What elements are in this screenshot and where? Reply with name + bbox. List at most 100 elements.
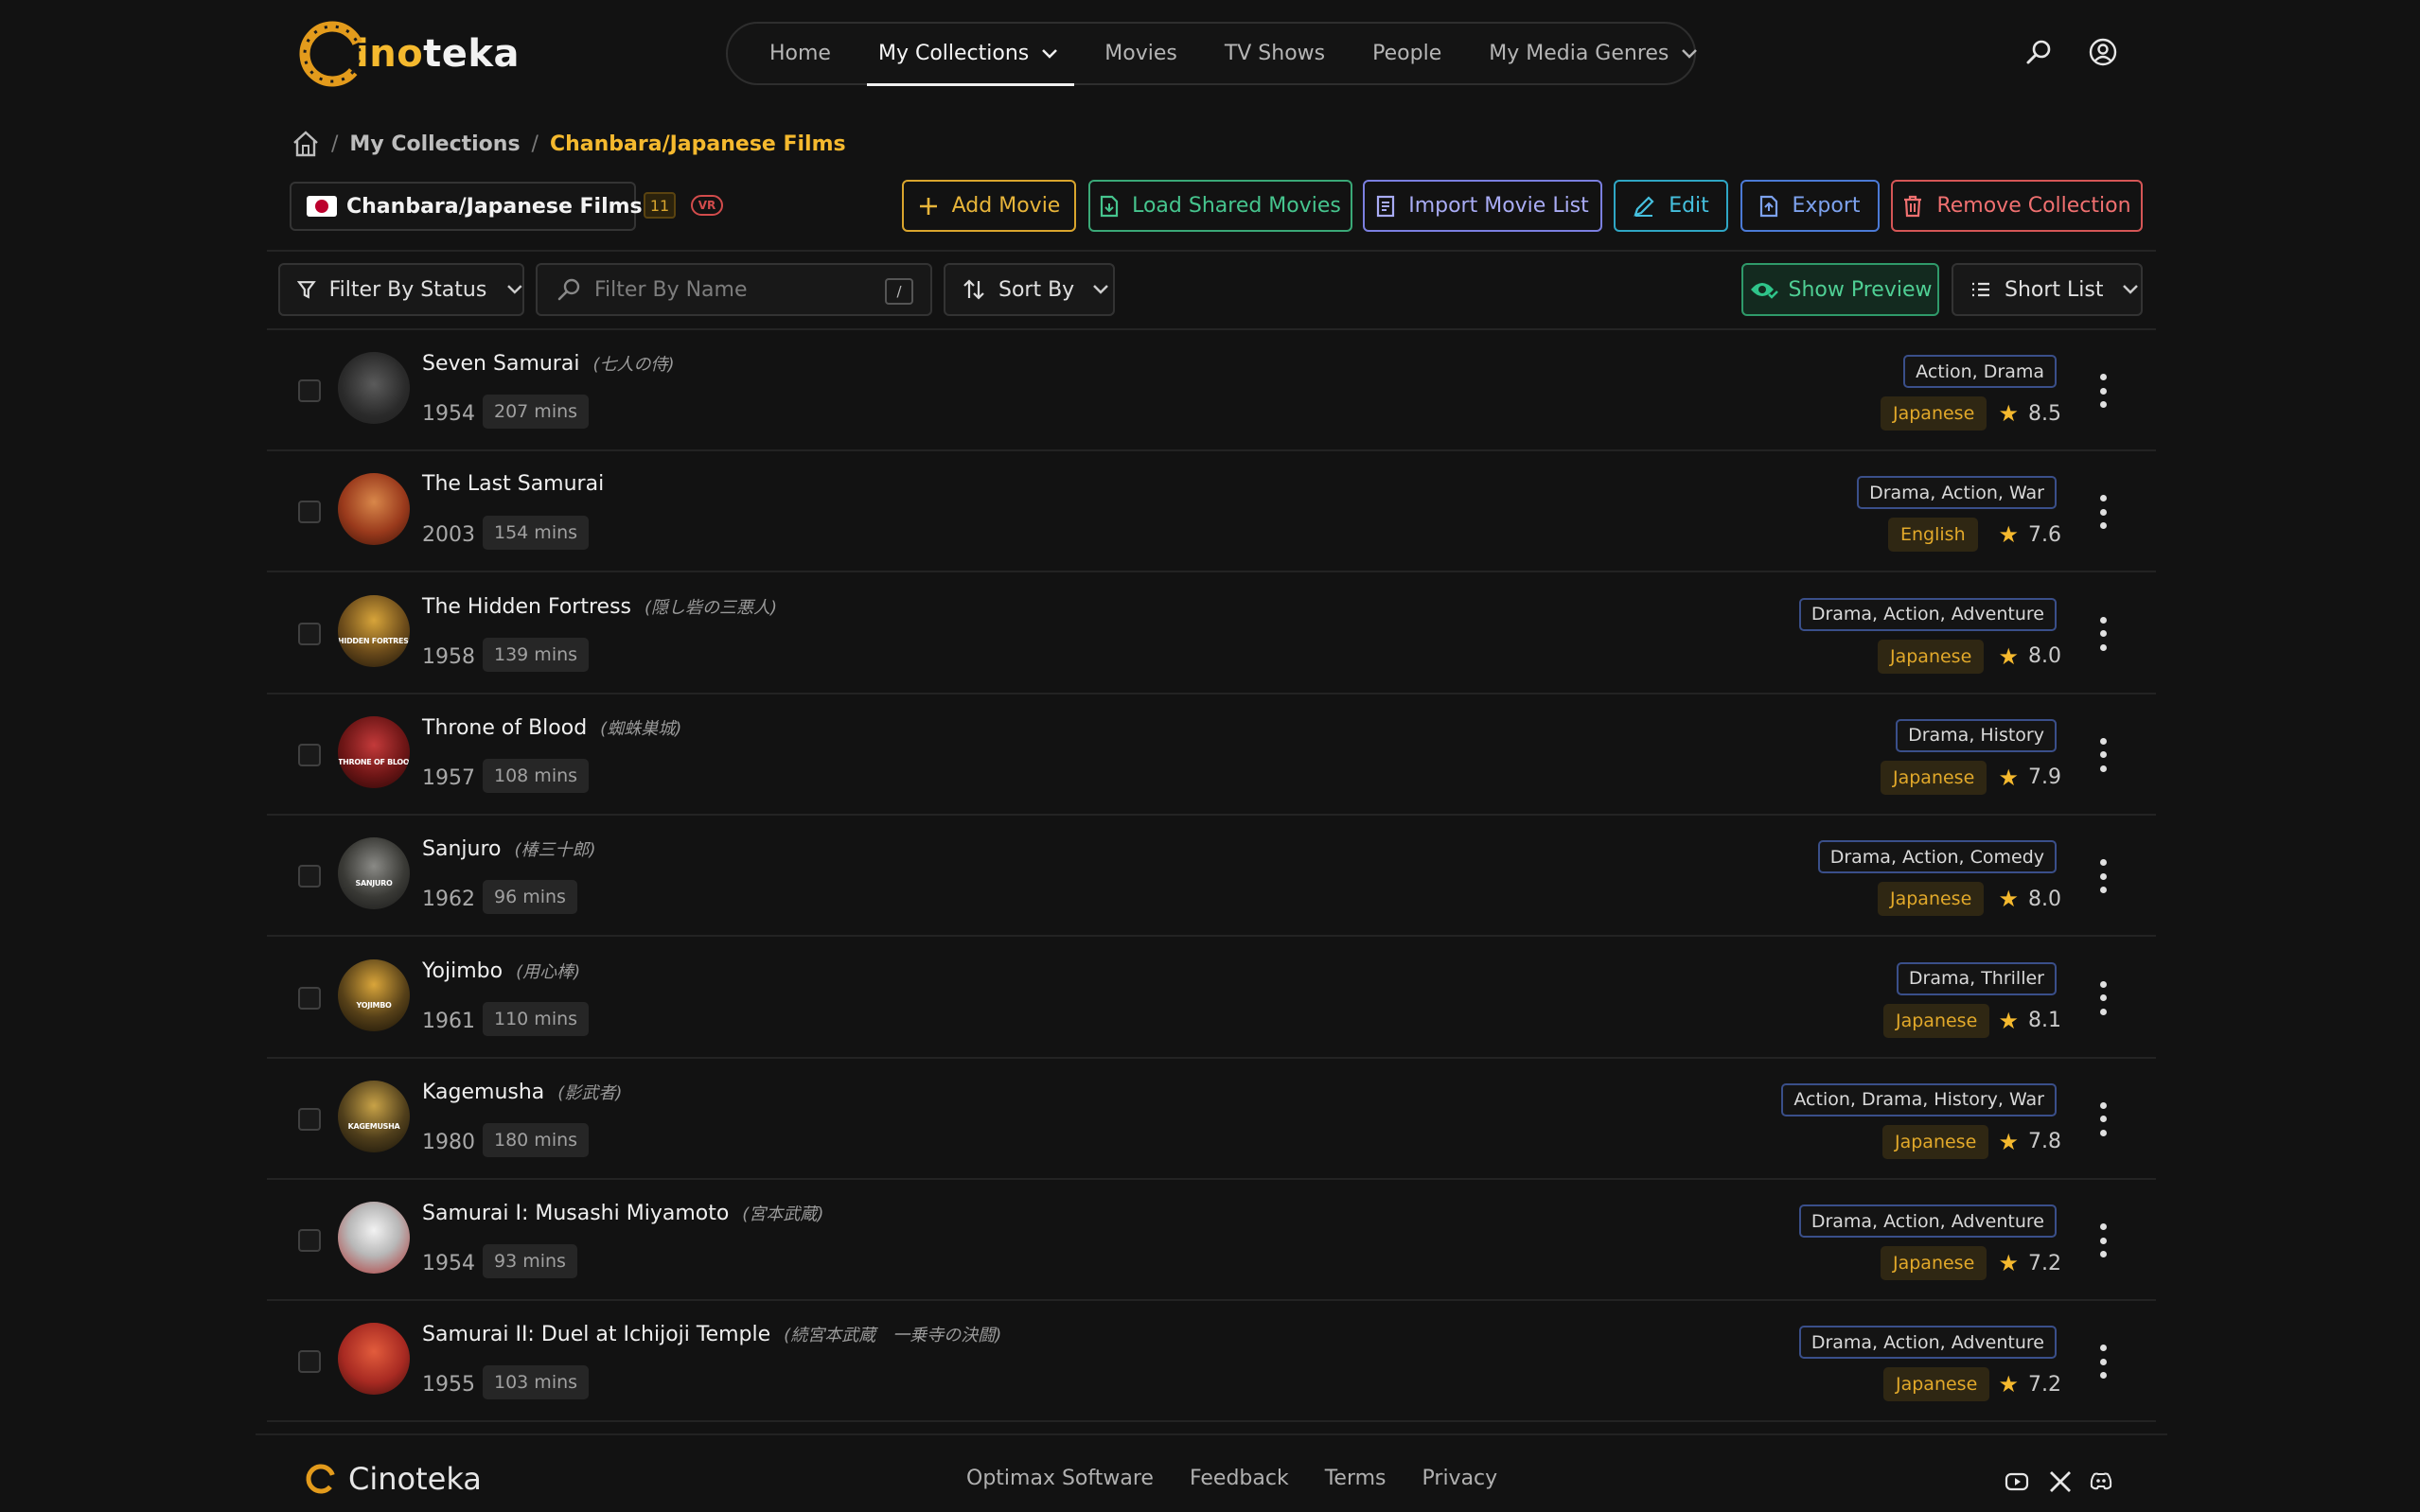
movie-row[interactable]: HIDDEN FORTRESS The Hidden Fortress (隠し砦の三…	[267, 573, 2156, 694]
add-movie-button[interactable]: Add Movie	[902, 180, 1076, 232]
movie-title[interactable]: The Last Samurai	[422, 472, 604, 496]
movie-row[interactable]: Samurai II: Duel at Ichijoji Temple (続宮本武…	[267, 1301, 2156, 1423]
movie-rating-value: 7.2	[2028, 1251, 2061, 1275]
filter-by-status-dropdown[interactable]: Filter By Status	[278, 263, 524, 316]
load-shared-movies-label: Load Shared Movies	[1132, 194, 1341, 218]
footer-link-privacy[interactable]: Privacy	[1422, 1467, 1498, 1490]
movie-title[interactable]: Kagemusha	[422, 1081, 544, 1104]
movie-select-checkbox[interactable]	[298, 743, 321, 766]
movie-original-title: (宮本武蔵)	[742, 1204, 824, 1225]
nav-movies[interactable]: Movies	[1104, 22, 1177, 85]
movie-poster[interactable]	[338, 1323, 410, 1396]
filter-by-name-input[interactable]	[594, 277, 878, 302]
movie-row[interactable]: SANJURO Sanjuro (椿三十郎) 1962 96 mins Drama, Ac…	[267, 816, 2156, 938]
load-shared-movies-button[interactable]: Load Shared Movies	[1088, 180, 1352, 232]
movie-row[interactable]: The Last Samurai 2003 154 mins Drama, Actio…	[267, 451, 2156, 573]
poster-caption: KAGEMUSHA	[347, 1121, 400, 1131]
movie-select-checkbox[interactable]	[298, 1107, 321, 1131]
movie-title[interactable]: The Hidden Fortress	[422, 595, 631, 619]
movie-select-checkbox[interactable]	[298, 1229, 321, 1253]
edit-button[interactable]: Edit	[1614, 180, 1728, 232]
show-preview-label: Show Preview	[1788, 277, 1933, 302]
more-options-kebab-icon[interactable]	[2097, 374, 2109, 408]
movie-row[interactable]: Seven Samurai (七人の侍) 1954 207 mins Action, D…	[267, 330, 2156, 451]
movie-poster[interactable]: THRONE OF BLOOD	[338, 715, 410, 788]
discord-icon[interactable]	[2089, 1469, 2113, 1494]
movie-row[interactable]: Samurai I: Musashi Miyamoto (宮本武蔵) 1954 93 …	[267, 1180, 2156, 1302]
movie-poster[interactable]: KAGEMUSHA	[338, 1080, 410, 1152]
movie-poster[interactable]	[338, 352, 410, 424]
more-options-kebab-icon[interactable]	[2097, 737, 2109, 772]
movie-poster[interactable]: HIDDEN FORTRESS	[338, 594, 410, 667]
footer-link-terms[interactable]: Terms	[1325, 1467, 1387, 1490]
movie-year: 1957	[422, 765, 475, 790]
more-options-kebab-icon[interactable]	[2097, 1345, 2109, 1380]
footer-logo[interactable]: Cinoteka	[305, 1460, 482, 1498]
sort-by-dropdown[interactable]: Sort By	[944, 263, 1115, 316]
movie-select-checkbox[interactable]	[298, 622, 321, 645]
home-icon[interactable]	[291, 130, 320, 158]
movie-title[interactable]: Seven Samurai	[422, 352, 579, 376]
nav-my-collections[interactable]: My Collections	[866, 22, 1075, 86]
search-icon[interactable]	[2024, 38, 2053, 66]
breadcrumb-my-collections[interactable]: My Collections	[349, 132, 520, 156]
more-options-kebab-icon[interactable]	[2097, 1101, 2109, 1136]
more-options-kebab-icon[interactable]	[2097, 616, 2109, 651]
more-options-kebab-icon[interactable]	[2097, 495, 2109, 530]
movie-poster[interactable]: YOJIMBO	[338, 958, 410, 1031]
collection-count-badge: 11	[644, 192, 676, 219]
movie-language-tag: Japanese	[1883, 1367, 1990, 1402]
movie-poster[interactable]	[338, 1202, 410, 1275]
movie-original-title: (隠し砦の三悪人)	[645, 597, 778, 618]
movie-row[interactable]: THRONE OF BLOOD Throne of Blood (蜘蛛巣城) 1957…	[267, 694, 2156, 816]
movie-title[interactable]: Throne of Blood	[422, 716, 587, 740]
footer-link-optimax[interactable]: Optimax Software	[966, 1467, 1154, 1490]
export-button[interactable]: Export	[1740, 180, 1880, 232]
more-options-kebab-icon[interactable]	[2097, 980, 2109, 1015]
movie-select-checkbox[interactable]	[298, 865, 321, 888]
movie-row[interactable]: KAGEMUSHA Kagemusha (影武者) 1980 180 mins Actio…	[267, 1059, 2156, 1180]
movie-title[interactable]: Samurai II: Duel at Ichijoji Temple	[422, 1323, 770, 1346]
movie-poster[interactable]	[338, 473, 410, 546]
movie-select-checkbox[interactable]	[298, 379, 321, 402]
movie-poster[interactable]: SANJURO	[338, 837, 410, 910]
footer-links: Optimax Software Feedback Terms Privacy	[966, 1467, 1497, 1490]
edit-label: Edit	[1669, 194, 1709, 218]
sort-arrows-icon	[963, 279, 984, 300]
filter-by-status-label: Filter By Status	[328, 277, 487, 302]
show-preview-button[interactable]: Show Preview	[1741, 263, 1939, 316]
movie-original-title: (用心棒)	[516, 961, 581, 982]
star-icon: ★	[1998, 886, 2019, 913]
more-options-kebab-icon[interactable]	[2097, 859, 2109, 894]
user-account-icon[interactable]	[2089, 38, 2117, 66]
youtube-icon[interactable]	[2005, 1469, 2029, 1494]
movie-select-checkbox[interactable]	[298, 1350, 321, 1374]
nav-tv-shows[interactable]: TV Shows	[1225, 22, 1325, 85]
nav-my-collections-label: My Collections	[877, 42, 1030, 65]
nav-my-media-genres[interactable]: My Media Genres	[1489, 22, 1698, 85]
movie-runtime-badge: 154 mins	[483, 516, 590, 551]
poster-caption: YOJIMBO	[356, 1000, 392, 1010]
export-label: Export	[1792, 194, 1861, 218]
movie-title[interactable]: Samurai I: Musashi Miyamoto	[422, 1202, 729, 1225]
more-options-kebab-icon[interactable]	[2097, 1223, 2109, 1258]
movie-title[interactable]: Sanjuro	[422, 837, 501, 861]
movie-language-tag: Japanese	[1878, 639, 1985, 674]
nav-home[interactable]: Home	[769, 22, 831, 85]
movie-title-line: Samurai I: Musashi Miyamoto (宮本武蔵)	[422, 1201, 823, 1225]
remove-collection-label: Remove Collection	[1936, 194, 2131, 218]
remove-collection-button[interactable]: Remove Collection	[1891, 180, 2143, 232]
movie-select-checkbox[interactable]	[298, 501, 321, 524]
movie-select-checkbox[interactable]	[298, 986, 321, 1010]
collection-select[interactable]: Chanbara/Japanese Films	[290, 182, 643, 231]
nav-people[interactable]: People	[1372, 22, 1441, 85]
logo[interactable]: inoteka	[299, 13, 520, 95]
footer-link-feedback[interactable]: Feedback	[1190, 1467, 1289, 1490]
movie-genres-tag: Drama, Thriller	[1896, 961, 2057, 995]
view-mode-dropdown[interactable]: Short List	[1952, 263, 2143, 316]
x-icon[interactable]	[2048, 1469, 2073, 1494]
movie-row[interactable]: YOJIMBO Yojimbo (用心棒) 1961 110 mins Drama, Th…	[267, 938, 2156, 1059]
star-icon: ★	[1998, 1250, 2019, 1277]
movie-title[interactable]: Yojimbo	[422, 959, 503, 983]
import-movie-list-button[interactable]: Import Movie List	[1363, 180, 1602, 232]
